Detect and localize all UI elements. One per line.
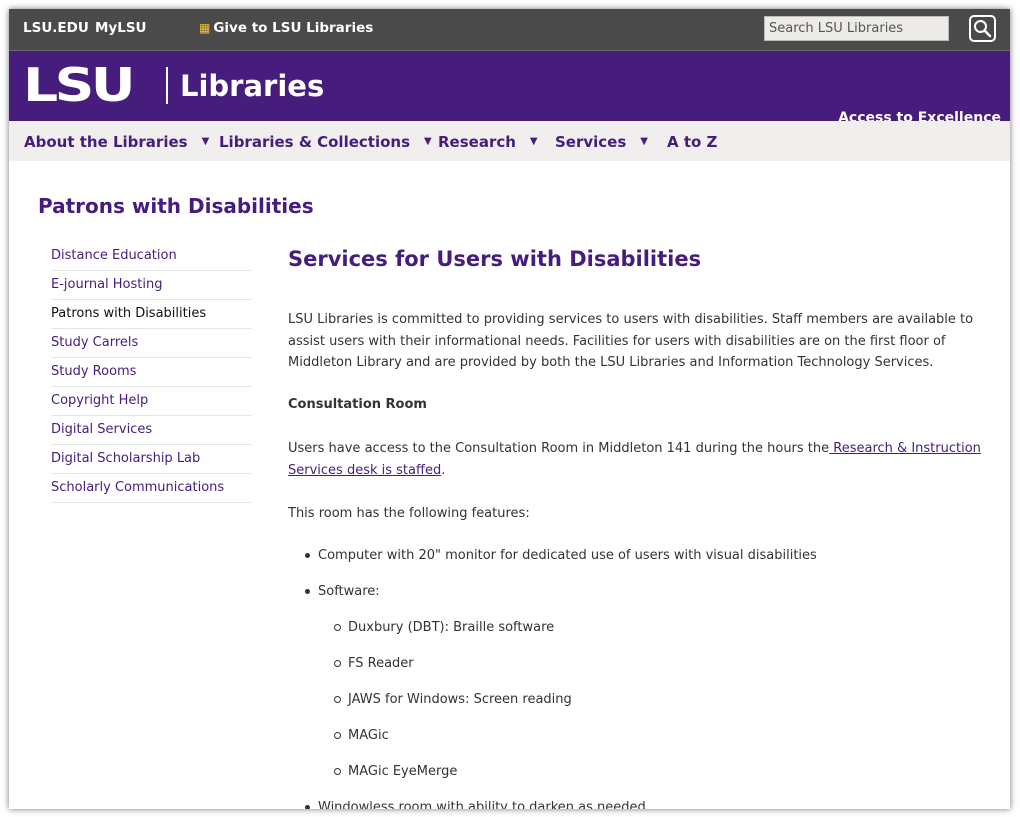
site-banner: LSU Libraries Access to Excellence (9, 51, 1010, 126)
lsu-edu-link[interactable]: LSU.EDU (23, 20, 89, 36)
circle-bullet-icon (334, 768, 341, 775)
intro-paragraph: LSU Libraries is committed to providing … (288, 312, 974, 370)
page-title: Services for Users with Disabilities (288, 247, 702, 271)
nav-libraries-collections[interactable]: Libraries & Collections ▼ (219, 133, 432, 151)
caret-down-icon: ▼ (424, 136, 432, 147)
nav-services-label: Services (555, 133, 627, 151)
nav-a-to-z[interactable]: A to Z (667, 133, 717, 151)
consultation-heading: Consultation Room (288, 397, 427, 412)
nav-about-label: About the Libraries (24, 133, 188, 151)
feature-item: Computer with 20" monitor for dedicated … (318, 548, 817, 563)
lsu-logo[interactable]: LSU (23, 62, 136, 108)
sidebar-item-digital-services[interactable]: Digital Services (51, 416, 252, 445)
access-end: . (441, 462, 446, 478)
feature-item: Software: (318, 584, 380, 599)
search-button[interactable] (969, 15, 996, 42)
gift-icon: ▦ (199, 21, 211, 35)
sidebar-nav: Distance Education E-journal Hosting Pat… (51, 242, 252, 503)
circle-bullet-icon (334, 624, 341, 631)
circle-bullet-icon (334, 660, 341, 667)
features-intro: This room has the following features: (288, 506, 530, 521)
give-link[interactable]: ▦ Give to LSU Libraries (199, 20, 373, 36)
software-item: MAGic EyeMerge (348, 764, 458, 779)
caret-down-icon: ▼ (201, 136, 210, 147)
give-link-label: Give to LSU Libraries (213, 20, 374, 36)
nav-libraries-label: Libraries & Collections (219, 133, 411, 151)
feature-item: Windowless room with ability to darken a… (318, 800, 646, 809)
bullet-icon (305, 589, 310, 594)
sidebar-item-e-journal-hosting[interactable]: E-journal Hosting (51, 271, 252, 300)
utility-bar: LSU.EDU MyLSU ▦ Give to LSU Libraries (9, 9, 1010, 51)
main-content: Services for Users with Disabilities LSU… (288, 247, 988, 809)
software-item: MAGic (348, 728, 389, 743)
nav-research[interactable]: Research ▼ (438, 133, 538, 151)
sidebar-item-study-rooms[interactable]: Study Rooms (51, 358, 252, 387)
nav-research-label: Research (438, 133, 516, 151)
bullet-icon (305, 553, 310, 558)
mylsu-link[interactable]: MyLSU (95, 20, 147, 36)
browser-page: LSU.EDU MyLSU ▦Give to LSU Libraries LSU… (9, 9, 1010, 809)
circle-bullet-icon (334, 732, 341, 739)
section-title: Patrons with Disabilities (38, 194, 314, 218)
access-text: Users have access to the Consultation Ro… (288, 441, 830, 456)
software-item: FS Reader (348, 656, 414, 671)
logo-divider (166, 67, 168, 104)
sidebar-item-distance-education[interactable]: Distance Education (51, 242, 252, 271)
caret-down-icon: ▼ (529, 136, 538, 147)
software-item: Duxbury (DBT): Braille software (348, 620, 555, 635)
sidebar-item-digital-scholarship-lab[interactable]: Digital Scholarship Lab (51, 445, 252, 474)
sidebar-item-patrons-with-disabilities[interactable]: Patrons with Disabilities (51, 300, 252, 329)
bullet-icon (305, 805, 310, 809)
software-item: JAWS for Windows: Screen reading (348, 692, 572, 707)
sidebar-item-study-carrels[interactable]: Study Carrels (51, 329, 252, 358)
sidebar-item-copyright-help[interactable]: Copyright Help (51, 387, 252, 416)
access-paragraph: Users have access to the Consultation Ro… (288, 438, 988, 481)
sidebar-item-scholarly-communications[interactable]: Scholarly Communications (51, 474, 252, 503)
search-icon (974, 20, 992, 38)
caret-down-icon: ▼ (640, 136, 648, 147)
circle-bullet-icon (334, 696, 341, 703)
main-nav: About the Libraries ▼ Libraries & Collect… (9, 121, 1010, 161)
search-input[interactable] (764, 16, 949, 41)
nav-services[interactable]: Services ▼ (555, 133, 648, 151)
nav-a-to-z-label: A to Z (667, 133, 718, 151)
nav-about[interactable]: About the Libraries ▼ (24, 133, 209, 151)
libraries-wordmark[interactable]: Libraries (180, 69, 324, 103)
